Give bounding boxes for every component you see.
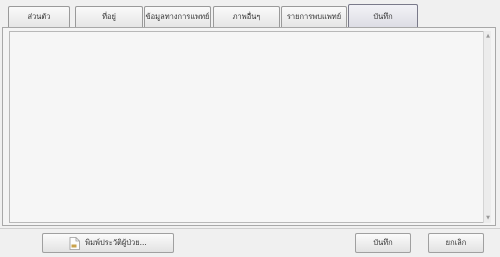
scroll-up-arrow-icon[interactable]: ▲ bbox=[484, 32, 492, 40]
notes-textarea[interactable] bbox=[9, 31, 484, 223]
tab-bar: ส่วนตัว ที่อยู่ ข้อมูลทางการแพทย์ ภาพอื่… bbox=[0, 0, 500, 28]
cancel-label: ยกเลิก bbox=[445, 238, 467, 247]
print-history-label: พิมพ์ประวัติผู้ป่วย... bbox=[85, 238, 147, 247]
save-button[interactable]: บันทึก bbox=[355, 233, 411, 253]
notes-panel: ▲ ▼ bbox=[2, 27, 496, 226]
tab-notes[interactable]: บันทึก bbox=[348, 4, 418, 28]
tab-other-images[interactable]: ภาพอื่นๆ bbox=[213, 6, 280, 27]
save-label: บันทึก bbox=[373, 238, 393, 247]
vertical-scrollbar[interactable]: ▲ ▼ bbox=[483, 31, 491, 223]
tab-personal[interactable]: ส่วนตัว bbox=[8, 6, 70, 27]
cancel-button[interactable]: ยกเลิก bbox=[428, 233, 484, 253]
print-history-button[interactable]: พิมพ์ประวัติผู้ป่วย... bbox=[42, 233, 174, 253]
scroll-down-arrow-icon[interactable]: ▼ bbox=[484, 214, 492, 222]
document-icon bbox=[69, 236, 81, 250]
tab-medical-info[interactable]: ข้อมูลทางการแพทย์ bbox=[144, 6, 211, 27]
footer-divider bbox=[0, 228, 500, 229]
tab-address[interactable]: ที่อยู่ bbox=[75, 6, 143, 27]
tab-appointments[interactable]: รายการพบแพทย์ bbox=[281, 6, 347, 27]
